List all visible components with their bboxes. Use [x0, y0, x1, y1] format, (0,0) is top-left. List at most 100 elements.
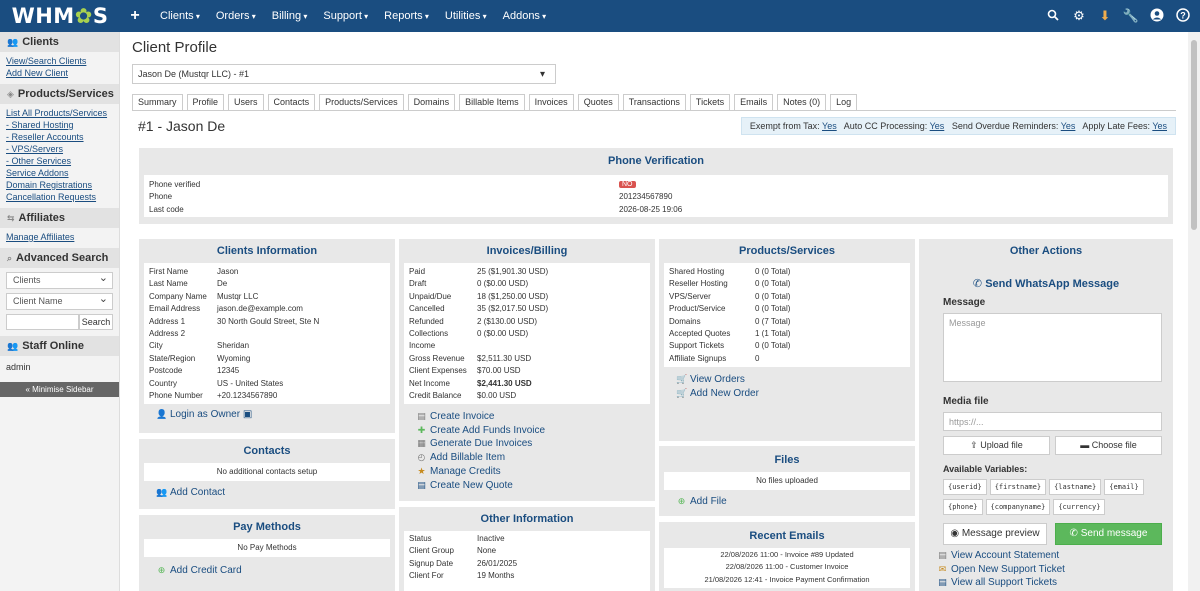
login-as-owner-link[interactable]: 👤 Login as Owner ▣ — [156, 408, 395, 422]
search-icon[interactable] — [1040, 9, 1066, 24]
variable-tag[interactable]: {userid} — [943, 479, 987, 495]
client-info-row-value: 12345 — [217, 366, 240, 376]
media-file-label: Media file — [943, 396, 989, 407]
help-icon[interactable]: ? — [1170, 7, 1196, 25]
create-invoice-link[interactable]: ▤ Create Invoice — [416, 410, 655, 424]
sidebar-link-cancellation-requests[interactable]: Cancellation Requests — [6, 191, 113, 203]
recent-email-item[interactable]: 01/08/2026 11:00 - Affiliate Monthly Ref… — [664, 586, 910, 588]
choose-file-button[interactable]: ▬ Choose file — [1055, 436, 1162, 455]
minimise-sidebar-button[interactable]: « Minimise Sidebar — [0, 382, 119, 397]
sidebar-link-service-addons[interactable]: Service Addons — [6, 167, 113, 179]
billing-row: Draft 0 ($0.00 USD) — [409, 278, 645, 290]
sidebar-link-list-all-products[interactable]: List All Products/Services — [6, 107, 113, 119]
client-info-row: City Sheridan — [149, 340, 385, 352]
client-info-row-value: Mustqr LLC — [217, 291, 259, 301]
flag-latefee-value[interactable]: Yes — [1152, 121, 1167, 131]
create-new-quote-link[interactable]: ▤ Create New Quote — [416, 479, 655, 493]
add-new-order-link[interactable]: 🛒 Add New Order — [676, 387, 915, 401]
tab-transactions[interactable]: Transactions — [622, 94, 686, 110]
menu-clients[interactable]: Clients — [152, 10, 208, 22]
recent-email-item[interactable]: 21/08/2026 12:41 - Invoice Payment Confi… — [664, 574, 910, 586]
whmcs-logo[interactable]: WHM ✿ S — [0, 0, 120, 32]
tab-billable-items[interactable]: Billable Items — [459, 94, 525, 110]
billing-row-value: $70.00 USD — [477, 366, 521, 376]
media-url-input[interactable]: https://... — [943, 412, 1162, 431]
gear-icon[interactable]: ⚙ — [1066, 8, 1092, 24]
client-selector[interactable]: Jason De (Mustqr LLC) - #1 — [132, 64, 556, 84]
flag-cc-value[interactable]: Yes — [930, 121, 945, 131]
menu-orders[interactable]: Orders — [208, 10, 264, 22]
billing-row-value: 0 ($0.00 USD) — [477, 329, 529, 339]
add-billable-item-link[interactable]: ◴ Add Billable Item — [416, 451, 655, 465]
sidebar-link-domain-registrations[interactable]: Domain Registrations — [6, 179, 113, 191]
menu-reports[interactable]: Reports — [376, 10, 437, 22]
variable-tag[interactable]: {firstname} — [989, 479, 1047, 495]
scrollbar-thumb[interactable] — [1191, 40, 1197, 230]
tab-quotes[interactable]: Quotes — [577, 94, 619, 110]
sidebar-link-vps-servers[interactable]: - VPS/Servers — [6, 143, 113, 155]
menu-support[interactable]: Support — [315, 10, 376, 22]
create-add-funds-invoice-link[interactable]: ✚ Create Add Funds Invoice — [416, 424, 655, 438]
sidebar-search-input[interactable] — [6, 314, 79, 330]
products-row-label: VPS/Server — [669, 291, 711, 301]
flag-tax-value[interactable]: Yes — [822, 121, 837, 131]
products-row-label: Domains — [669, 316, 701, 326]
sidebar-link-manage-affiliates[interactable]: Manage Affiliates — [6, 231, 113, 243]
tab-summary[interactable]: Summary — [132, 94, 183, 110]
view-account-statement-link[interactable]: ▤ View Account Statement — [937, 549, 1173, 563]
menu-utilities[interactable]: Utilities — [437, 10, 495, 22]
flag-overdue-value[interactable]: Yes — [1061, 121, 1076, 131]
message-preview-button[interactable]: ◉ Message preview — [943, 523, 1047, 545]
sidebar-link-view-search-clients[interactable]: View/Search Clients — [6, 55, 113, 67]
billing-row-label: Income — [409, 341, 436, 351]
tab-log[interactable]: Log — [830, 94, 858, 110]
menu-addons[interactable]: Addons — [495, 10, 555, 22]
contacts-title: Contacts — [243, 445, 291, 457]
menu-billing[interactable]: Billing — [264, 10, 316, 22]
tab-products-services[interactable]: Products/Services — [319, 94, 404, 110]
tab-tickets[interactable]: Tickets — [689, 94, 731, 110]
generate-due-invoices-link[interactable]: ▦ Generate Due Invoices — [416, 437, 655, 451]
pay-methods-empty-text: No Pay Methods — [144, 539, 390, 557]
wrench-icon[interactable]: 🔧 — [1118, 8, 1144, 24]
user-icon[interactable] — [1144, 8, 1170, 25]
sidebar-link-other-services[interactable]: - Other Services — [6, 155, 113, 167]
send-message-button[interactable]: ✆ Send message — [1055, 523, 1162, 545]
tab-notes[interactable]: Notes (0) — [777, 94, 827, 110]
search-field-select[interactable]: Client Name — [6, 292, 113, 310]
client-info-row: Country US - United States — [149, 378, 385, 390]
tab-users[interactable]: Users — [228, 94, 264, 110]
open-new-ticket-link[interactable]: ✉ Open New Support Ticket — [937, 563, 1173, 577]
variable-tag[interactable]: {lastname} — [1049, 479, 1102, 495]
sidebar-search-button[interactable]: Search — [79, 314, 113, 330]
search-type-select[interactable]: Clients — [6, 271, 113, 289]
tab-contacts[interactable]: Contacts — [267, 94, 316, 110]
add-file-link[interactable]: ⊕ Add File — [676, 495, 915, 509]
page-scrollbar[interactable] — [1188, 32, 1200, 591]
sidebar-link-add-new-client[interactable]: Add New Client — [6, 67, 113, 79]
add-credit-card-link[interactable]: ⊕ Add Credit Card — [156, 564, 395, 578]
recent-email-item[interactable]: 22/08/2026 11:00 - Customer Invoice — [664, 561, 910, 573]
tab-invoices[interactable]: Invoices — [528, 94, 574, 110]
download-icon[interactable]: ⬇ — [1092, 8, 1118, 24]
add-contact-link[interactable]: 👥 Add Contact — [156, 486, 395, 500]
tab-profile[interactable]: Profile — [186, 94, 225, 110]
page-title: Client Profile — [132, 39, 218, 56]
upload-file-button[interactable]: ⇪ Upload file — [943, 436, 1050, 455]
sidebar-link-shared-hosting[interactable]: - Shared Hosting — [6, 119, 113, 131]
client-info-row-label: Email Address — [149, 304, 201, 314]
tab-emails[interactable]: Emails — [734, 94, 774, 110]
view-orders-link[interactable]: 🛒 View Orders — [676, 373, 915, 387]
quick-add-plus-icon[interactable]: + — [126, 7, 144, 25]
variable-tag[interactable]: {companyname} — [985, 499, 1051, 515]
message-textarea[interactable]: Message — [943, 313, 1162, 382]
recent-email-item[interactable]: 22/08/2026 11:00 - Invoice #89 Updated — [664, 549, 910, 561]
variable-tag[interactable]: {email} — [1104, 479, 1144, 495]
variable-tag[interactable]: {currency} — [1053, 499, 1106, 515]
products-row: Accepted Quotes 1 (1 Total) — [669, 328, 905, 340]
tab-domains[interactable]: Domains — [407, 94, 456, 110]
manage-credits-link[interactable]: ★ Manage Credits — [416, 465, 655, 479]
sidebar-link-reseller-accounts[interactable]: - Reseller Accounts — [6, 131, 113, 143]
variable-tag[interactable]: {phone} — [943, 499, 983, 515]
view-all-tickets-link[interactable]: ▤ View all Support Tickets — [937, 576, 1173, 590]
